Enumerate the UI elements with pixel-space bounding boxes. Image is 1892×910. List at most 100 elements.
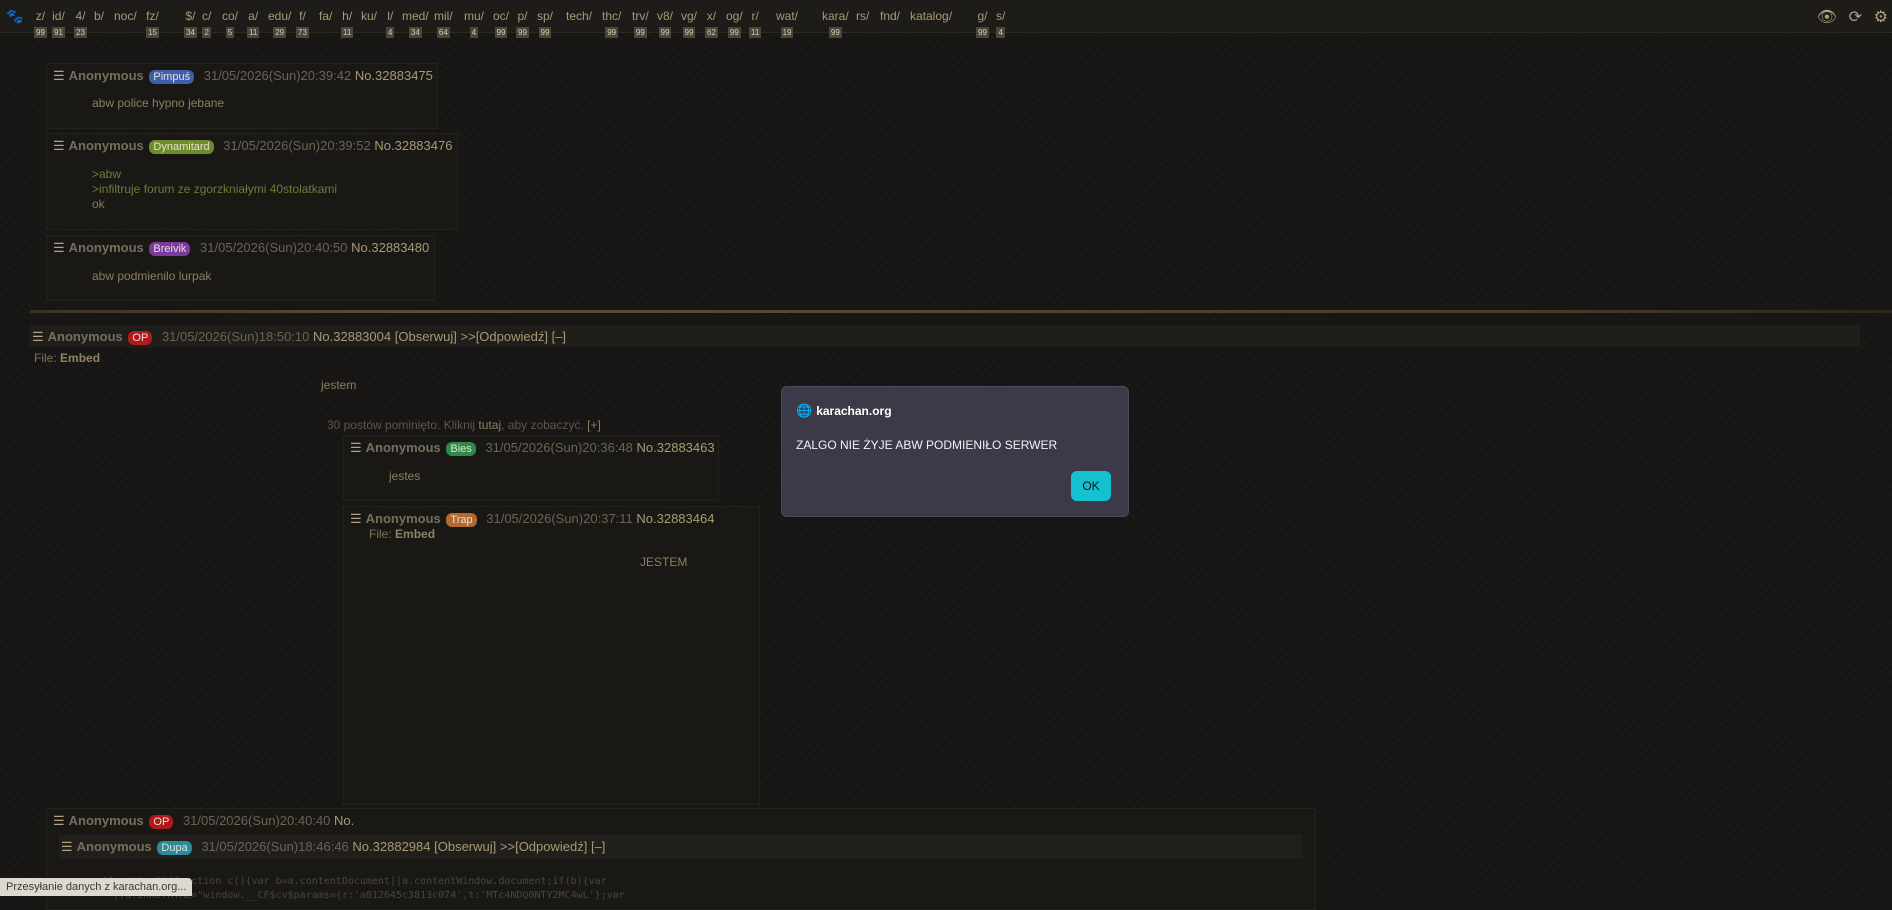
- board-name[interactable]: f/: [296, 9, 309, 23]
- board-name[interactable]: b/: [94, 9, 104, 23]
- board-name[interactable]: $/: [184, 9, 197, 23]
- board-link[interactable]: tech/: [566, 9, 592, 23]
- board-name[interactable]: a/: [247, 9, 259, 23]
- board-link[interactable]: s/4: [996, 9, 1005, 38]
- reply-link[interactable]: [Odpowiedź]: [515, 839, 587, 854]
- board-link[interactable]: c/2: [202, 9, 211, 38]
- post-menu-icon[interactable]: ☰: [350, 511, 362, 526]
- file-link[interactable]: Embed: [60, 351, 100, 365]
- post-number-link[interactable]: No.32883476: [374, 138, 452, 153]
- board-name[interactable]: med/: [402, 9, 429, 23]
- board-name[interactable]: fa/: [319, 9, 332, 23]
- board-name[interactable]: p/: [516, 9, 529, 23]
- board-link[interactable]: b/: [94, 9, 104, 23]
- board-name[interactable]: h/: [341, 9, 353, 23]
- board-link[interactable]: r/11: [749, 9, 762, 38]
- board-name[interactable]: fz/: [146, 9, 159, 23]
- board-link[interactable]: id/91: [52, 9, 65, 38]
- board-link[interactable]: mu/4: [464, 9, 484, 38]
- board-link[interactable]: thc/99: [602, 9, 621, 38]
- board-name[interactable]: rs/: [856, 9, 869, 23]
- board-link[interactable]: g/99: [976, 9, 989, 38]
- board-name[interactable]: x/: [705, 9, 718, 23]
- post-menu-icon[interactable]: ☰: [53, 240, 65, 255]
- board-link[interactable]: noc/: [114, 9, 137, 23]
- board-name[interactable]: sp/: [537, 9, 553, 23]
- board-name[interactable]: v8/: [657, 9, 673, 23]
- board-link[interactable]: x/62: [705, 9, 718, 38]
- board-name[interactable]: trv/: [632, 9, 649, 23]
- board-name[interactable]: z/: [34, 9, 47, 23]
- board-name[interactable]: 4/: [74, 9, 87, 23]
- board-name[interactable]: og/: [726, 9, 743, 23]
- board-link[interactable]: co/5: [222, 9, 238, 38]
- ok-button[interactable]: OK: [1071, 471, 1111, 501]
- board-name[interactable]: kara/: [822, 9, 849, 23]
- show-omitted-link[interactable]: tutaj: [478, 418, 501, 432]
- post-menu-icon[interactable]: ☰: [350, 440, 362, 455]
- board-link[interactable]: z/99: [34, 9, 47, 38]
- post-menu-icon[interactable]: ☰: [53, 68, 65, 83]
- board-name[interactable]: s/: [996, 9, 1005, 23]
- board-link[interactable]: v8/99: [657, 9, 673, 38]
- board-link[interactable]: a/11: [247, 9, 260, 38]
- board-name[interactable]: tech/: [566, 9, 592, 23]
- post-number-link[interactable]: No.32883004: [313, 329, 391, 344]
- board-link[interactable]: mil/64: [434, 9, 453, 38]
- reply-link[interactable]: [Odpowiedź]: [476, 329, 548, 344]
- board-link[interactable]: fz/15: [146, 9, 159, 38]
- board-name[interactable]: katalog/: [910, 9, 952, 23]
- board-name[interactable]: r/: [749, 9, 761, 23]
- board-name[interactable]: oc/: [493, 9, 509, 23]
- board-name[interactable]: thc/: [602, 9, 621, 23]
- board-link[interactable]: fa/: [319, 9, 332, 23]
- gear-icon[interactable]: ⚙: [1874, 7, 1888, 27]
- board-name[interactable]: co/: [222, 9, 238, 23]
- post-menu-icon[interactable]: ☰: [61, 839, 73, 854]
- eye-icon[interactable]: 👁: [1817, 7, 1837, 27]
- board-link[interactable]: wat/19: [776, 9, 798, 38]
- board-link[interactable]: katalog/: [910, 9, 952, 23]
- board-name[interactable]: g/: [976, 9, 989, 23]
- board-link[interactable]: trv/99: [632, 9, 649, 38]
- board-link[interactable]: oc/99: [493, 9, 509, 38]
- board-link[interactable]: f/73: [296, 9, 309, 38]
- post-number-link[interactable]: No.: [334, 813, 354, 828]
- collapse-link[interactable]: [–]: [591, 839, 605, 854]
- file-link[interactable]: Embed: [395, 527, 435, 541]
- board-name[interactable]: noc/: [114, 9, 137, 23]
- board-link[interactable]: og/99: [726, 9, 743, 38]
- board-name[interactable]: c/: [202, 9, 211, 23]
- board-name[interactable]: mu/: [464, 9, 484, 23]
- board-name[interactable]: wat/: [776, 9, 798, 23]
- watch-link[interactable]: [Obserwuj]: [434, 839, 496, 854]
- board-link[interactable]: sp/99: [537, 9, 553, 38]
- watch-link[interactable]: [Obserwuj]: [395, 329, 457, 344]
- post-number-link[interactable]: No.32882984: [352, 839, 430, 854]
- expand-link[interactable]: [+]: [587, 418, 601, 432]
- post-menu-icon[interactable]: ☰: [53, 813, 65, 828]
- board-name[interactable]: mil/: [434, 9, 453, 23]
- board-link[interactable]: fnd/: [880, 9, 900, 23]
- refresh-icon[interactable]: ⟳: [1849, 7, 1862, 27]
- board-name[interactable]: edu/: [268, 9, 291, 23]
- post-number-link[interactable]: No.32883475: [355, 68, 433, 83]
- board-link[interactable]: $/ 34: [184, 9, 197, 38]
- board-name[interactable]: ku/: [361, 9, 377, 23]
- board-name[interactable]: id/: [52, 9, 65, 23]
- board-link[interactable]: edu/29: [268, 9, 291, 38]
- board-link[interactable]: ku/: [361, 9, 377, 23]
- board-link[interactable]: p/99: [516, 9, 529, 38]
- site-logo-icon[interactable]: 🐾: [6, 8, 23, 25]
- board-name[interactable]: l/: [386, 9, 394, 23]
- post-menu-icon[interactable]: ☰: [53, 138, 65, 153]
- board-link[interactable]: l/4: [386, 9, 395, 38]
- board-link[interactable]: 4/23: [74, 9, 87, 38]
- board-link[interactable]: rs/: [856, 9, 869, 23]
- board-link[interactable]: kara/99: [822, 9, 849, 38]
- board-name[interactable]: vg/: [681, 9, 697, 23]
- post-number-link[interactable]: No.32883463: [637, 440, 715, 455]
- board-link[interactable]: vg/99: [681, 9, 697, 38]
- post-menu-icon[interactable]: ☰: [32, 329, 44, 344]
- collapse-link[interactable]: [–]: [552, 329, 566, 344]
